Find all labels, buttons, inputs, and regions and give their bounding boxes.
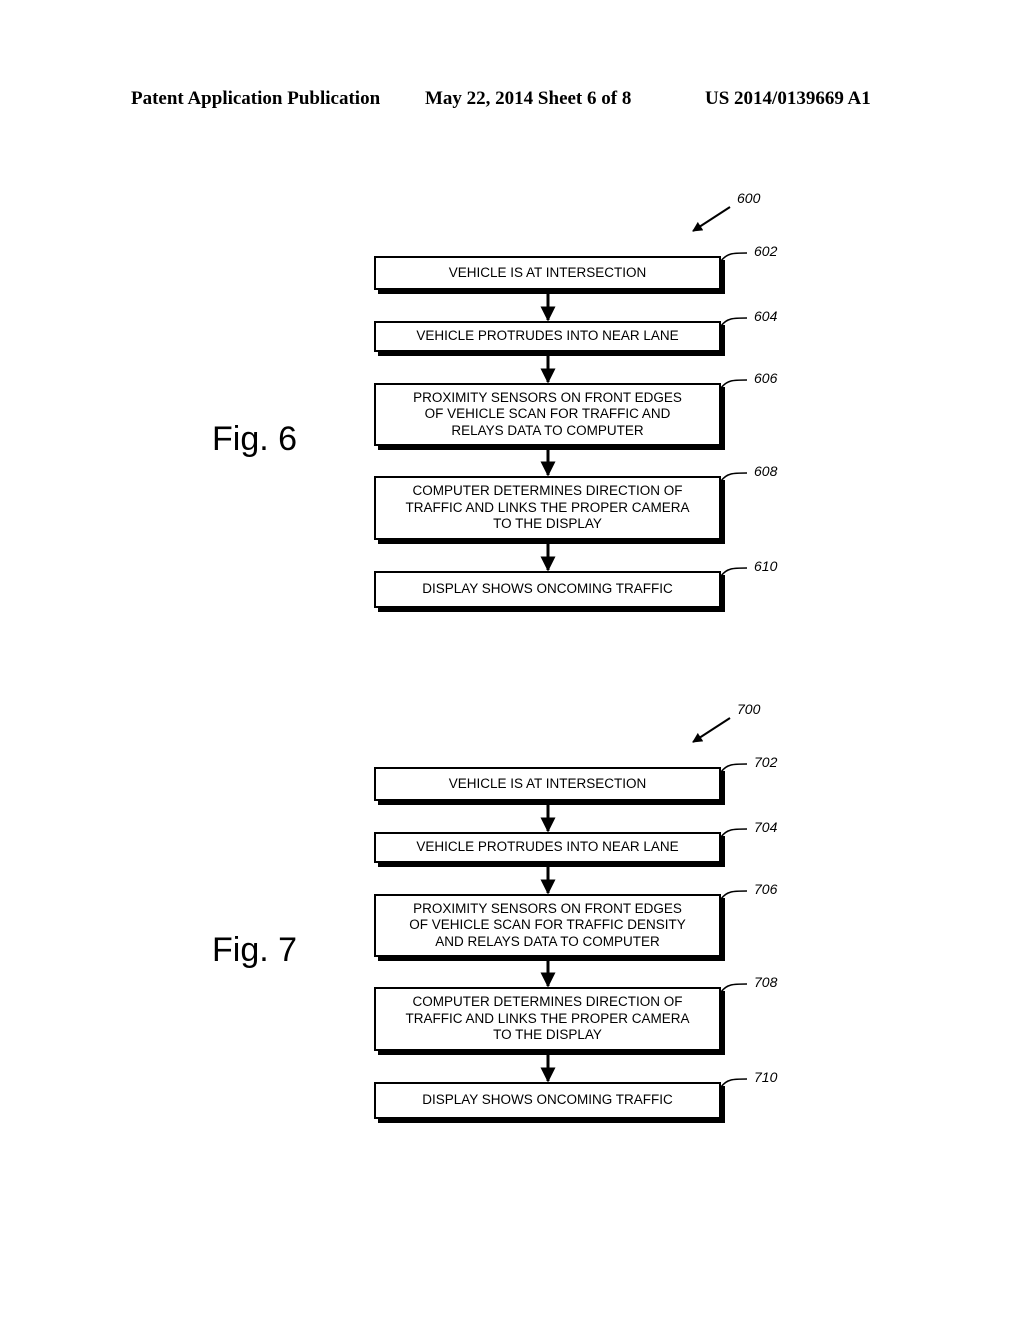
step-reference-number: 606 xyxy=(754,370,778,386)
reference-leader-line xyxy=(720,890,748,900)
page-header: Patent Application Publication May 22, 2… xyxy=(0,88,1024,118)
step-reference-number: 702 xyxy=(754,754,778,770)
figure-reference-number: 700 xyxy=(737,701,761,717)
patent-number: US 2014/0139669 A1 xyxy=(705,88,871,109)
figure-reference-number: 600 xyxy=(737,190,761,206)
step-text: DISPLAY SHOWS ONCOMING TRAFFIC xyxy=(422,581,673,598)
flowchart-step-box: COMPUTER DETERMINES DIRECTION OF TRAFFIC … xyxy=(374,476,721,540)
reference-leader-line xyxy=(720,763,748,773)
step-reference-number: 604 xyxy=(754,308,778,324)
step-text-line: AND RELAYS DATA TO COMPUTER xyxy=(435,933,660,949)
step-text: PROXIMITY SENSORS ON FRONT EDGES OF VEHIC… xyxy=(409,901,686,951)
flowchart-step-box: VEHICLE PROTRUDES INTO NEAR LANE xyxy=(374,321,721,352)
reference-leader-line xyxy=(720,828,748,838)
reference-leader-line xyxy=(720,379,748,389)
flowchart-step-box: DISPLAY SHOWS ONCOMING TRAFFIC xyxy=(374,571,721,608)
reference-leader-line xyxy=(720,983,748,993)
reference-leader-line xyxy=(720,1078,748,1088)
reference-leader-line xyxy=(720,472,748,482)
flowchart-step-box: DISPLAY SHOWS ONCOMING TRAFFIC xyxy=(374,1082,721,1119)
step-text: VEHICLE PROTRUDES INTO NEAR LANE xyxy=(416,839,678,856)
figure-label: Fig. 7 xyxy=(212,931,298,969)
step-text: COMPUTER DETERMINES DIRECTION OF TRAFFIC … xyxy=(405,483,689,533)
step-text-line: TO THE DISPLAY xyxy=(493,1027,602,1043)
step-text-line: OF VEHICLE SCAN FOR TRAFFIC DENSITY xyxy=(409,917,686,933)
step-text-line: COMPUTER DETERMINES DIRECTION OF xyxy=(412,483,683,499)
step-reference-number: 608 xyxy=(754,463,778,479)
flowchart-step-box: PROXIMITY SENSORS ON FRONT EDGES OF VEHIC… xyxy=(374,894,721,957)
step-reference-number: 708 xyxy=(754,974,778,990)
step-text-line: TRAFFIC AND LINKS THE PROPER CAMERA xyxy=(405,499,690,515)
step-text-line: VEHICLE IS AT INTERSECTION xyxy=(448,775,647,791)
step-reference-number: 602 xyxy=(754,243,778,259)
step-reference-number: 706 xyxy=(754,881,778,897)
step-reference-number: 710 xyxy=(754,1069,778,1085)
step-text-line: TRAFFIC AND LINKS THE PROPER CAMERA xyxy=(405,1010,690,1026)
step-text-line: RELAYS DATA TO COMPUTER xyxy=(451,422,644,438)
step-text: VEHICLE IS AT INTERSECTION xyxy=(449,776,647,793)
step-text-line: VEHICLE PROTRUDES INTO NEAR LANE xyxy=(416,839,679,855)
reference-pointer-arrow xyxy=(692,717,731,743)
step-text: VEHICLE IS AT INTERSECTION xyxy=(449,265,647,282)
reference-pointer-arrow xyxy=(692,206,731,232)
reference-leader-line xyxy=(720,252,748,262)
step-text-line: DISPLAY SHOWS ONCOMING TRAFFIC xyxy=(422,1092,673,1108)
date-sheet: May 22, 2014 Sheet 6 of 8 xyxy=(425,88,632,109)
step-text-line: PROXIMITY SENSORS ON FRONT EDGES xyxy=(413,900,682,916)
step-text: COMPUTER DETERMINES DIRECTION OF TRAFFIC … xyxy=(405,994,689,1044)
flowchart-step-box: VEHICLE PROTRUDES INTO NEAR LANE xyxy=(374,832,721,863)
step-text-line: COMPUTER DETERMINES DIRECTION OF xyxy=(412,994,683,1010)
step-text-line: DISPLAY SHOWS ONCOMING TRAFFIC xyxy=(422,581,673,597)
step-text-line: VEHICLE PROTRUDES INTO NEAR LANE xyxy=(416,328,679,344)
flowchart-step-box: COMPUTER DETERMINES DIRECTION OF TRAFFIC … xyxy=(374,987,721,1051)
step-text-line: VEHICLE IS AT INTERSECTION xyxy=(448,264,647,280)
publication-title: Patent Application Publication xyxy=(131,88,381,109)
reference-leader-line xyxy=(720,567,748,577)
step-text-line: TO THE DISPLAY xyxy=(493,516,602,532)
step-text-line: OF VEHICLE SCAN FOR TRAFFIC AND xyxy=(424,406,671,422)
step-text: PROXIMITY SENSORS ON FRONT EDGES OF VEHIC… xyxy=(413,390,682,440)
reference-leader-line xyxy=(720,317,748,327)
flowchart-step-box: PROXIMITY SENSORS ON FRONT EDGES OF VEHIC… xyxy=(374,383,721,446)
step-reference-number: 704 xyxy=(754,819,778,835)
step-text: DISPLAY SHOWS ONCOMING TRAFFIC xyxy=(422,1092,673,1109)
flowchart-step-box: VEHICLE IS AT INTERSECTION xyxy=(374,767,721,801)
step-text: VEHICLE PROTRUDES INTO NEAR LANE xyxy=(416,328,678,345)
figure-label: Fig. 6 xyxy=(212,420,298,458)
step-reference-number: 610 xyxy=(754,558,778,574)
connectors-layer xyxy=(540,206,748,1088)
flowchart-step-box: VEHICLE IS AT INTERSECTION xyxy=(374,256,721,290)
step-text-line: PROXIMITY SENSORS ON FRONT EDGES xyxy=(413,389,682,405)
